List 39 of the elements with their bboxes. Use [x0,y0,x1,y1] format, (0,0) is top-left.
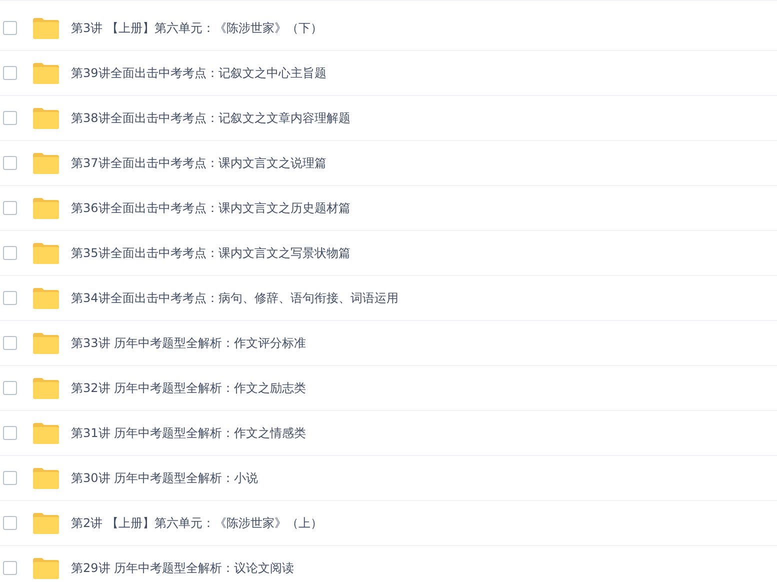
file-name[interactable]: 第33讲 历年中考题型全解析：作文评分标准 [71,334,306,352]
folder-icon [33,108,59,128]
file-name[interactable]: 第39讲全面出击中考考点：记叙文之中心主旨题 [71,64,326,82]
checkbox[interactable] [3,21,17,35]
folder-icon [33,332,59,354]
checkbox[interactable] [3,246,17,260]
folder-icon [33,468,59,488]
folder-icon [33,62,59,84]
folder-icon [33,198,59,218]
checkbox[interactable] [3,516,17,530]
file-name[interactable]: 第32讲 历年中考题型全解析：作文之励志类 [71,380,306,396]
checkbox[interactable] [3,426,17,440]
folder-icon [33,18,59,38]
checkbox[interactable] [3,471,17,485]
folder-icon [33,378,59,398]
checkbox[interactable] [3,291,17,305]
file-name[interactable]: 第37讲全面出击中考考点：课内文言文之说理篇 [71,154,326,172]
folder-icon [33,242,59,264]
file-name[interactable]: 第34讲全面出击中考考点：病句、修辞、语句衔接、词语运用 [71,290,398,306]
checkbox[interactable] [3,66,17,80]
checkbox[interactable] [3,111,17,125]
checkbox[interactable] [3,561,17,575]
file-name[interactable]: 第38讲全面出击中考考点：记叙文之文章内容理解题 [71,110,350,126]
folder-icon [33,512,59,534]
file-name[interactable]: 第3讲 【上册】第六单元：《陈涉世家》（下） [71,20,322,36]
checkbox[interactable] [3,336,17,350]
file-name[interactable]: 第30讲 历年中考题型全解析：小说 [71,470,258,486]
folder-icon [33,422,59,444]
checkbox[interactable] [3,381,17,395]
file-name[interactable]: 第36讲全面出击中考考点：课内文言文之历史题材篇 [71,200,350,216]
folder-icon [33,288,59,308]
file-name[interactable]: 第35讲全面出击中考考点：课内文言文之写景状物篇 [71,244,350,262]
file-name[interactable]: 第2讲 【上册】第六单元：《陈涉世家》（上） [71,514,322,532]
file-name[interactable]: 第29讲 历年中考题型全解析：议论文阅读 [71,560,294,576]
folder-icon [33,558,59,578]
checkbox[interactable] [3,201,17,215]
folder-icon [33,152,59,174]
file-name[interactable]: 第31讲 历年中考题型全解析：作文之情感类 [71,424,306,442]
checkbox[interactable] [3,156,17,170]
